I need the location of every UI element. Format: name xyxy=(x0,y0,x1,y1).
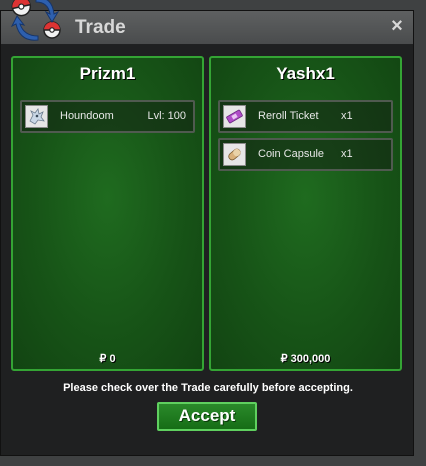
trade-logo-icon xyxy=(10,0,61,41)
item-name: Coin Capsule xyxy=(258,148,325,160)
close-button[interactable]: × xyxy=(387,16,407,36)
item-level: Lvl: 100 xyxy=(147,110,186,122)
left-trade-panel: Prizm1 Houndoom Lvl: 100 ₽ 0 xyxy=(11,56,204,371)
accept-button[interactable]: Accept xyxy=(157,402,257,431)
trade-notice: Please check over the Trade carefully be… xyxy=(63,382,353,394)
item-quantity: x1 xyxy=(341,148,353,160)
right-money: ₽ 300,000 xyxy=(280,353,331,365)
left-item-houndoom[interactable]: Houndoom Lvl: 100 xyxy=(20,100,195,133)
item-name: Houndoom xyxy=(60,110,114,122)
left-player-name: Prizm1 xyxy=(79,64,136,83)
item-quantity: x1 xyxy=(341,110,353,122)
reroll-ticket-icon xyxy=(223,105,246,128)
right-player-name: Yashx1 xyxy=(276,64,335,83)
houndoom-sprite-icon xyxy=(25,105,48,128)
window-title: Trade xyxy=(75,17,126,38)
right-trade-panel: Yashx1 Reroll Ticket x1 Coin Capsule x1 … xyxy=(209,56,402,371)
left-money: ₽ 0 xyxy=(99,353,116,365)
right-item-reroll-ticket[interactable]: Reroll Ticket x1 xyxy=(218,100,393,133)
trade-window: Trade × Prizm1 Houndoom Lvl: 100 ₽ 0 Yas… xyxy=(0,10,414,456)
coin-capsule-icon xyxy=(223,143,246,166)
right-item-coin-capsule[interactable]: Coin Capsule x1 xyxy=(218,138,393,171)
item-name: Reroll Ticket xyxy=(258,110,319,122)
